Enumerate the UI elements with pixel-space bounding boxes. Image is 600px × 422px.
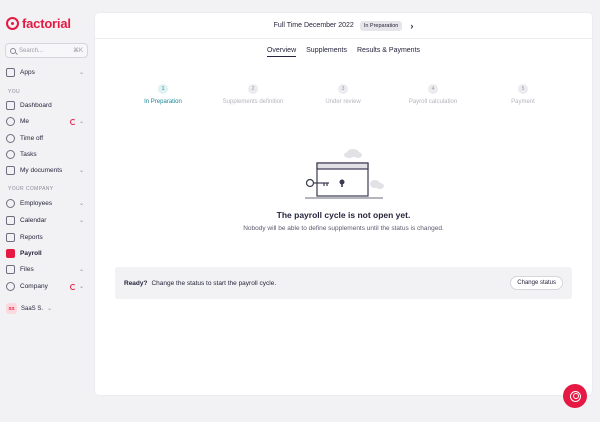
step-in-preparation: 1 In Preparation xyxy=(118,84,208,105)
sidebar-item-employees[interactable]: Employees ⌄ xyxy=(6,197,86,210)
sidebar-item-label: Dashboard xyxy=(20,102,52,109)
step-number: 2 xyxy=(248,84,258,94)
sidebar-item-reports[interactable]: Reports xyxy=(6,231,86,244)
factorial-logo[interactable]: factorial xyxy=(6,16,71,31)
apps-icon xyxy=(6,68,15,77)
step-label: In Preparation xyxy=(144,99,182,105)
locked-cycle-illustration xyxy=(305,149,384,199)
progress-ring-icon xyxy=(70,283,76,290)
cloud-icon xyxy=(370,180,384,189)
sidebar-item-company[interactable]: Company ⌄ xyxy=(6,280,86,293)
empty-state-subtitle: Nobody will be able to define supplement… xyxy=(243,225,444,232)
tab-overview[interactable]: Overview xyxy=(266,47,297,57)
sidebar-item-label: Employees xyxy=(20,200,53,207)
chevron-down-icon: ⌄ xyxy=(78,70,84,76)
sidebar-item-label: Calendar xyxy=(20,217,47,224)
sidebar-item-time-off[interactable]: Time off xyxy=(6,132,86,145)
brand-name: factorial xyxy=(22,16,71,31)
sidebar-item-files[interactable]: Files ⌄ xyxy=(6,263,86,276)
dashboard-icon xyxy=(6,101,15,110)
main-panel: Full Time December 2022 In Preparation ›… xyxy=(95,13,592,395)
chevron-right-icon[interactable]: › xyxy=(410,21,413,31)
factorial-logo-icon xyxy=(6,17,19,30)
step-label: Under review xyxy=(325,99,361,105)
sidebar-item-label: Payroll xyxy=(20,250,42,257)
chevron-down-icon: ⌄ xyxy=(47,306,53,312)
sidebar-item-label: My documents xyxy=(20,167,63,174)
change-status-button[interactable]: Change status xyxy=(510,276,563,290)
step-number: 1 xyxy=(158,84,168,94)
step-number: 3 xyxy=(338,84,348,94)
chart-icon xyxy=(6,233,15,242)
chevron-down-icon: ⌄ xyxy=(78,168,84,174)
sidebar-item-payroll[interactable]: Payroll xyxy=(6,247,86,260)
empty-state-title: The payroll cycle is not open yet. xyxy=(276,210,411,220)
sidebar-item-me[interactable]: Me ⌄ xyxy=(6,115,86,128)
chevron-down-icon: ⌄ xyxy=(78,284,84,290)
tab-bar: Overview Supplements Results & Payments xyxy=(95,47,592,57)
payroll-icon xyxy=(6,249,15,258)
section-label-company: YOUR COMPANY xyxy=(8,186,54,192)
document-icon xyxy=(6,166,15,175)
payroll-period-title: Full Time December 2022 xyxy=(273,22,354,29)
step-under-review: 3 Under review xyxy=(298,84,388,105)
search-placeholder: Search... xyxy=(19,47,44,54)
chat-icon xyxy=(569,390,581,402)
calendar-icon xyxy=(6,216,15,225)
progress-ring-icon xyxy=(70,118,76,125)
ready-message: Change the status to start the payroll c… xyxy=(151,279,277,287)
tab-supplements[interactable]: Supplements xyxy=(306,47,347,57)
sidebar-item-apps[interactable]: Apps ⌄ xyxy=(6,66,86,79)
company-avatar: SS xyxy=(6,303,17,314)
help-chat-button[interactable] xyxy=(563,384,587,408)
step-label: Payment xyxy=(511,99,535,105)
search-input[interactable]: Search... ⌘K xyxy=(5,43,88,58)
chevron-down-icon: ⌄ xyxy=(78,218,84,224)
ready-label: Ready? xyxy=(124,279,148,287)
step-payment: 5 Payment xyxy=(478,84,568,105)
sidebar-item-label: Reports xyxy=(20,234,43,241)
sidebar-item-label: Tasks xyxy=(20,151,37,158)
people-icon xyxy=(6,199,15,208)
sidebar-item-label: Time off xyxy=(20,135,44,142)
company-switcher[interactable]: SS SaaS S. ⌄ xyxy=(6,303,52,314)
sidebar: factorial Search... ⌘K Apps ⌄ YOU Dashbo… xyxy=(0,0,92,422)
step-number: 5 xyxy=(518,84,528,94)
sidebar-item-label: Files xyxy=(20,266,34,273)
sidebar-item-tasks[interactable]: Tasks xyxy=(6,148,86,161)
sidebar-item-my-documents[interactable]: My documents ⌄ xyxy=(6,164,86,177)
time-off-icon xyxy=(6,134,15,143)
payroll-stepper: 1 In Preparation 2 Supplements definitio… xyxy=(115,84,575,112)
step-supplements-definition: 2 Supplements definition xyxy=(208,84,298,105)
sidebar-item-calendar[interactable]: Calendar ⌄ xyxy=(6,214,86,227)
cloud-icon xyxy=(344,149,362,158)
section-label-you: YOU xyxy=(8,89,21,95)
sidebar-item-label: Company xyxy=(20,283,48,290)
step-label: Payroll calculation xyxy=(408,99,458,105)
sidebar-item-label: Apps xyxy=(20,69,35,76)
tab-results-payments[interactable]: Results & Payments xyxy=(357,47,420,57)
payroll-header: Full Time December 2022 In Preparation › xyxy=(95,13,592,39)
user-icon xyxy=(6,117,15,126)
chevron-down-icon: ⌄ xyxy=(78,119,84,125)
sidebar-item-label: Me xyxy=(20,118,30,125)
sidebar-item-dashboard[interactable]: Dashboard xyxy=(6,99,86,112)
chevron-down-icon: ⌄ xyxy=(78,267,84,273)
folder-icon xyxy=(6,265,15,274)
company-name: SaaS S. xyxy=(21,305,44,312)
ready-bar: Ready? Change the status to start the pa… xyxy=(115,267,572,299)
chevron-down-icon: ⌄ xyxy=(78,201,84,207)
gear-icon xyxy=(6,282,15,291)
step-payroll-calculation: 4 Payroll calculation xyxy=(388,84,478,105)
search-shortcut: ⌘K xyxy=(72,48,83,54)
status-badge: In Preparation xyxy=(359,20,403,31)
step-number: 4 xyxy=(428,84,438,94)
check-circle-icon xyxy=(6,150,15,159)
search-icon xyxy=(10,47,16,54)
step-label: Supplements definition xyxy=(222,99,284,105)
